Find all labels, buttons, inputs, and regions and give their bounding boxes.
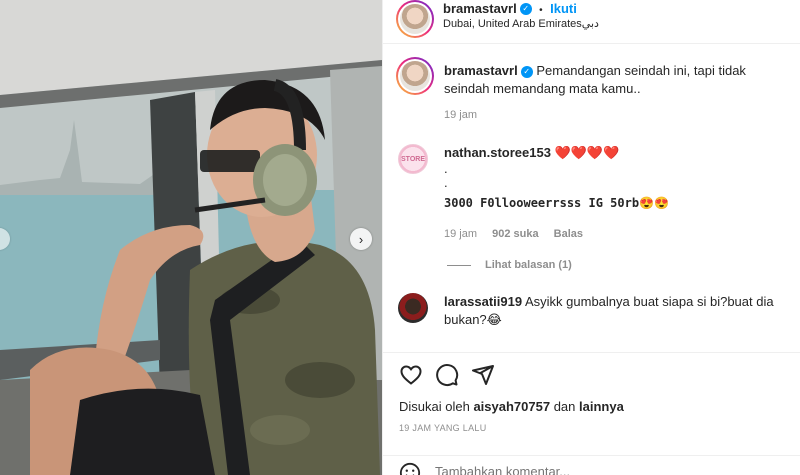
comment-item: larassatii919 Asyikk gumbalnya buat siap… <box>444 293 789 329</box>
heart-outline-icon[interactable] <box>399 363 423 387</box>
caption-time[interactable]: 19 jam <box>444 109 477 121</box>
author-avatar[interactable] <box>396 0 434 38</box>
verified-badge-icon: ✓ <box>519 2 532 15</box>
comment-meta: 19 jam 902 suka Balas <box>444 228 583 240</box>
comment-username[interactable]: larassatii919 <box>444 294 522 309</box>
caption-author-avatar[interactable] <box>396 57 434 95</box>
post-actions <box>383 352 800 387</box>
post-header: bramastavrl ✓ • Ikuti Dubai, United Arab … <box>383 0 800 44</box>
comment-username[interactable]: nathan.storee153 <box>444 145 551 160</box>
comment-likes[interactable]: 902 suka <box>492 228 538 240</box>
helicopter-photo-illustration <box>0 0 382 475</box>
comment-time[interactable]: 19 jam <box>444 228 477 240</box>
follow-button[interactable]: Ikuti <box>550 1 577 16</box>
paper-plane-icon[interactable] <box>471 363 495 387</box>
comment-body: 3000 F0llooweerrsss IG 50rb😍😍 <box>444 196 669 210</box>
post-location[interactable]: Dubai, United Arab Emiratesدبي <box>443 17 599 30</box>
view-replies[interactable]: Lihat balasan (1) <box>447 259 572 271</box>
liker-username[interactable]: aisyah70757 <box>473 399 550 414</box>
instagram-post-view: › bramastavrl ✓ • Ikuti Dubai, United Ara… <box>0 0 800 475</box>
add-comment-bar <box>383 455 800 475</box>
comment-dot: . <box>444 161 448 176</box>
reply-button[interactable]: Balas <box>554 228 583 240</box>
next-photo-button[interactable]: › <box>350 228 372 250</box>
comment-input[interactable] <box>435 462 765 475</box>
verified-badge-icon: ✓ <box>520 65 533 78</box>
post-details-panel: bramastavrl ✓ • Ikuti Dubai, United Arab … <box>382 0 800 475</box>
post-photo[interactable]: › <box>0 0 382 475</box>
caption: bramastavrl ✓ Pemandangan seindah ini, ta… <box>444 62 794 98</box>
author-username[interactable]: bramastavrl <box>443 1 517 16</box>
commenter-avatar[interactable] <box>398 293 428 323</box>
chevron-right-icon: › <box>358 231 364 247</box>
comment-item: nathan.storee153 ❤️❤️❤️❤️ . . 3000 F0llo… <box>444 144 789 212</box>
comment-dot: . <box>444 175 448 190</box>
caption-username[interactable]: bramastavrl <box>444 63 518 78</box>
smiley-icon[interactable] <box>399 462 421 475</box>
post-timestamp[interactable]: 19 JAM YANG LALU <box>399 423 487 433</box>
speech-bubble-icon[interactable] <box>435 363 459 387</box>
likes-summary: Disukai oleh aisyah70757 dan lainnya <box>399 399 624 414</box>
likes-others-link[interactable]: lainnya <box>579 399 624 414</box>
comment-hearts: ❤️❤️❤️❤️ <box>554 145 620 160</box>
commenter-avatar[interactable]: STORE <box>398 144 428 174</box>
